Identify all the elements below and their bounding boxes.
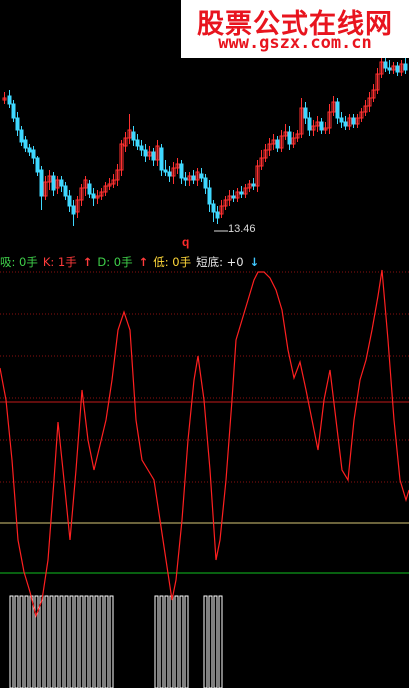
signal-bar [29, 595, 34, 688]
chart-marker: q [182, 235, 190, 249]
candle-body [231, 195, 236, 199]
arrow-up-icon: ↑ [82, 255, 93, 269]
candle-body [91, 193, 96, 199]
legend-item: 短底: +0 [196, 255, 244, 269]
candle-body [143, 149, 148, 157]
candle-body [215, 211, 220, 219]
signal-bar [208, 595, 213, 688]
candle-body [7, 95, 12, 105]
low-price-value: 13.46 [228, 223, 256, 235]
candle-body [203, 177, 208, 189]
candle-body [35, 157, 40, 173]
candle-body [63, 185, 68, 197]
signal-bar [14, 595, 19, 688]
stock-chart-app: 股票公式在线网 www.gszx.com.cn 13.46 q 吸: 0手 K: … [0, 0, 409, 688]
watermark-url: www.gszx.com.cn [218, 33, 372, 53]
candle-body [59, 179, 64, 187]
signal-bar [184, 595, 189, 688]
candle-body [135, 139, 140, 147]
candle-body [335, 101, 340, 119]
candle-body [383, 61, 388, 69]
signal-bar [79, 595, 84, 688]
candle-body [183, 177, 188, 181]
signal-bar [164, 595, 169, 688]
legend-item: 低: 0手 [153, 255, 192, 269]
candle-body [303, 107, 308, 119]
signal-bar [179, 595, 184, 688]
candle-body [131, 131, 136, 141]
candle-body [139, 145, 144, 151]
signal-bar [19, 595, 24, 688]
signal-bar [59, 595, 64, 688]
candle-body [179, 163, 184, 179]
signal-bar [39, 595, 44, 688]
candle-body [67, 195, 72, 207]
arrow-down-icon: ↓ [249, 255, 260, 269]
legend-item: K: 1手 [42, 255, 77, 269]
candle-body [39, 169, 44, 197]
candle-body [343, 121, 348, 127]
candle-body [31, 149, 36, 159]
candle-body [403, 63, 408, 71]
watermark-logo: 股票公式在线网 www.gszx.com.cn [181, 0, 409, 58]
candle-body [387, 67, 392, 71]
signal-bar [218, 595, 223, 688]
signal-bar [159, 595, 164, 688]
signal-bar [34, 595, 39, 688]
candle-body [51, 175, 56, 191]
candle-body [319, 121, 324, 131]
legend-item: 吸: 0手 [0, 255, 38, 269]
arrow-up-icon: ↑ [138, 255, 149, 269]
signal-bar [89, 595, 94, 688]
signal-bar [64, 595, 69, 688]
legend-item: D: 0手 [97, 255, 133, 269]
candle-body [15, 117, 20, 131]
signal-bar [94, 595, 99, 688]
candle-body [27, 147, 32, 153]
candle-body [71, 205, 76, 215]
candle-body [11, 103, 16, 119]
indicator-legend: 吸: 0手 K: 1手 ↑ D: 0手 ↑ 低: 0手 短底: +0 ↓ [0, 254, 264, 270]
candle-body [163, 169, 168, 173]
candle-body [307, 117, 312, 131]
signal-bar [174, 595, 179, 688]
candle-body [159, 147, 164, 171]
signal-bar [84, 595, 89, 688]
candle-body [275, 139, 280, 149]
signal-bar [49, 595, 54, 688]
oscillator-line [0, 269, 409, 619]
signal-bar [109, 595, 114, 688]
candle-body [351, 117, 356, 125]
candle-body [23, 139, 28, 149]
signal-bar [74, 595, 79, 688]
candle-body [87, 183, 92, 195]
candle-body [211, 203, 216, 213]
signal-bar [203, 595, 208, 688]
candle-body [395, 65, 400, 73]
candle-body [339, 117, 344, 123]
candle-body [191, 175, 196, 181]
signal-bar [9, 595, 14, 688]
candle-body [167, 171, 172, 177]
candle-body [251, 183, 256, 187]
candle-body [287, 131, 292, 145]
signal-bar [213, 595, 218, 688]
signal-bar [99, 595, 104, 688]
candle-body [239, 191, 244, 195]
signal-bar [69, 595, 74, 688]
signal-bar [44, 595, 49, 688]
low-price-annotation: 13.46 [228, 223, 256, 235]
candle-body [199, 173, 204, 179]
signal-bar [154, 595, 159, 688]
signal-bar [169, 595, 174, 688]
candle-body [207, 187, 212, 205]
candle-body [151, 151, 156, 161]
signal-bar [54, 595, 59, 688]
signal-bar [24, 595, 29, 688]
signal-bar [104, 595, 109, 688]
candle-body [19, 129, 24, 143]
